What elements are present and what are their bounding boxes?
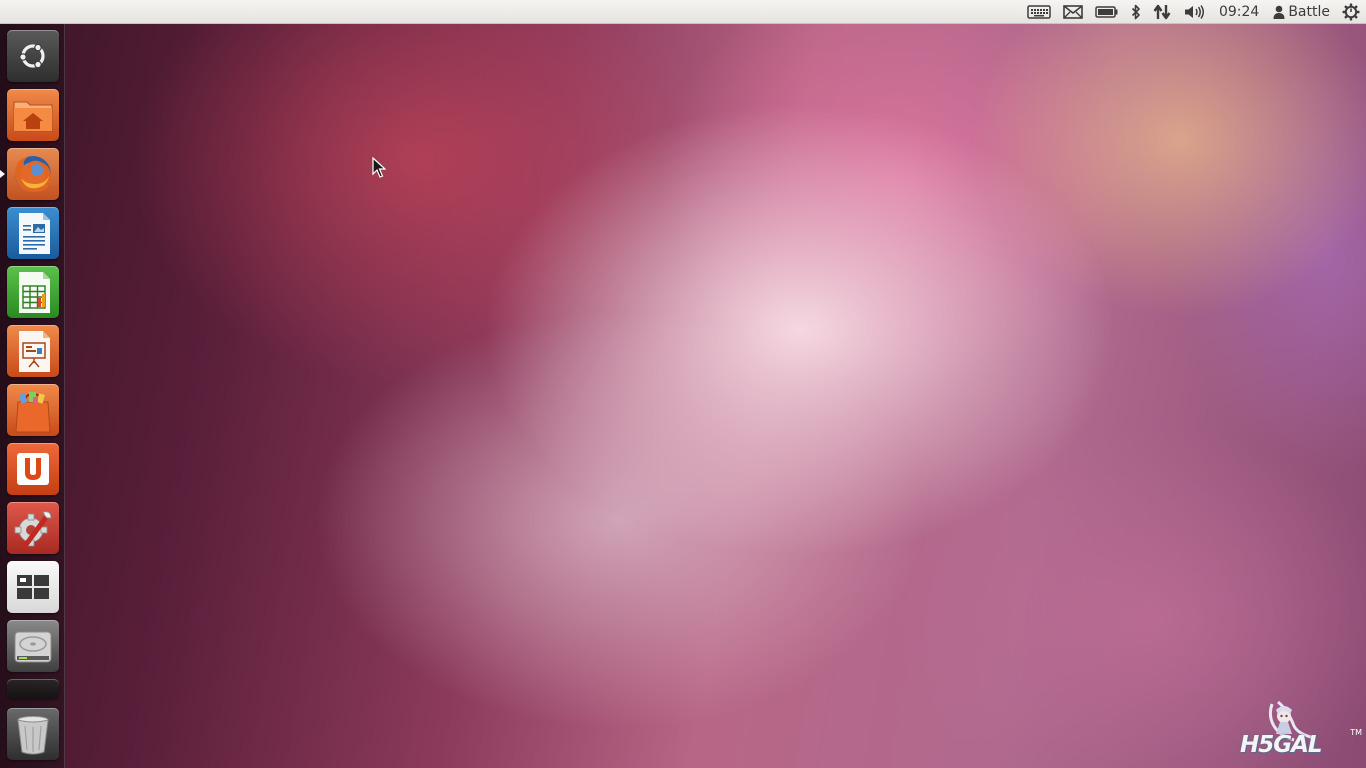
software-center-launcher[interactable] [7,384,59,436]
power-gear-icon[interactable] [1336,0,1366,24]
launcher [0,24,65,768]
user-icon [1273,5,1285,19]
writer-icon [19,213,50,254]
indicator-area: 09:24 Battle [1021,0,1366,24]
hard-drive-launcher[interactable] [7,620,59,672]
user-menu[interactable]: Battle [1267,0,1336,24]
firefox-icon [14,156,51,192]
home-folder-launcher[interactable] [7,89,59,141]
mail-icon[interactable] [1057,0,1089,24]
trash-icon [17,716,49,755]
watermark-text: H5GAL [1240,732,1323,758]
volume-icon[interactable] [1177,0,1211,24]
trash-launcher[interactable] [7,708,59,760]
dash-home-button[interactable] [7,30,59,82]
folded-launcher-item[interactable] [7,679,59,699]
running-indicator [0,170,5,178]
ubuntu-one-launcher[interactable] [7,443,59,495]
clock[interactable]: 09:24 [1211,0,1267,24]
top-panel: 09:24 Battle [0,0,1366,24]
firefox-launcher[interactable] [7,148,59,200]
network-icon[interactable] [1147,0,1177,24]
desktop-background[interactable] [0,0,1366,768]
system-settings-launcher[interactable] [7,502,59,554]
system-settings-icon [14,511,52,549]
hard-drive-icon [14,631,52,663]
user-name: Battle [1288,4,1330,20]
workspace-switcher-launcher[interactable] [7,561,59,613]
keyboard-icon[interactable] [1021,0,1057,24]
calc-icon [19,272,50,313]
workspace-switcher-icon [17,575,49,599]
impress-launcher[interactable] [7,325,59,377]
h5gal-watermark: H5GAL TM [1236,700,1362,762]
bluetooth-icon[interactable] [1125,0,1147,24]
battery-icon[interactable] [1089,0,1125,24]
software-center-icon [15,392,51,433]
mouse-cursor-icon [372,157,386,178]
dash-home-icon [19,43,45,69]
watermark-trademark: TM [1350,728,1362,737]
calc-launcher[interactable] [7,266,59,318]
impress-icon [19,331,50,372]
home-folder-icon [13,101,53,132]
writer-launcher[interactable] [7,207,59,259]
ubuntu-one-icon [17,453,49,485]
